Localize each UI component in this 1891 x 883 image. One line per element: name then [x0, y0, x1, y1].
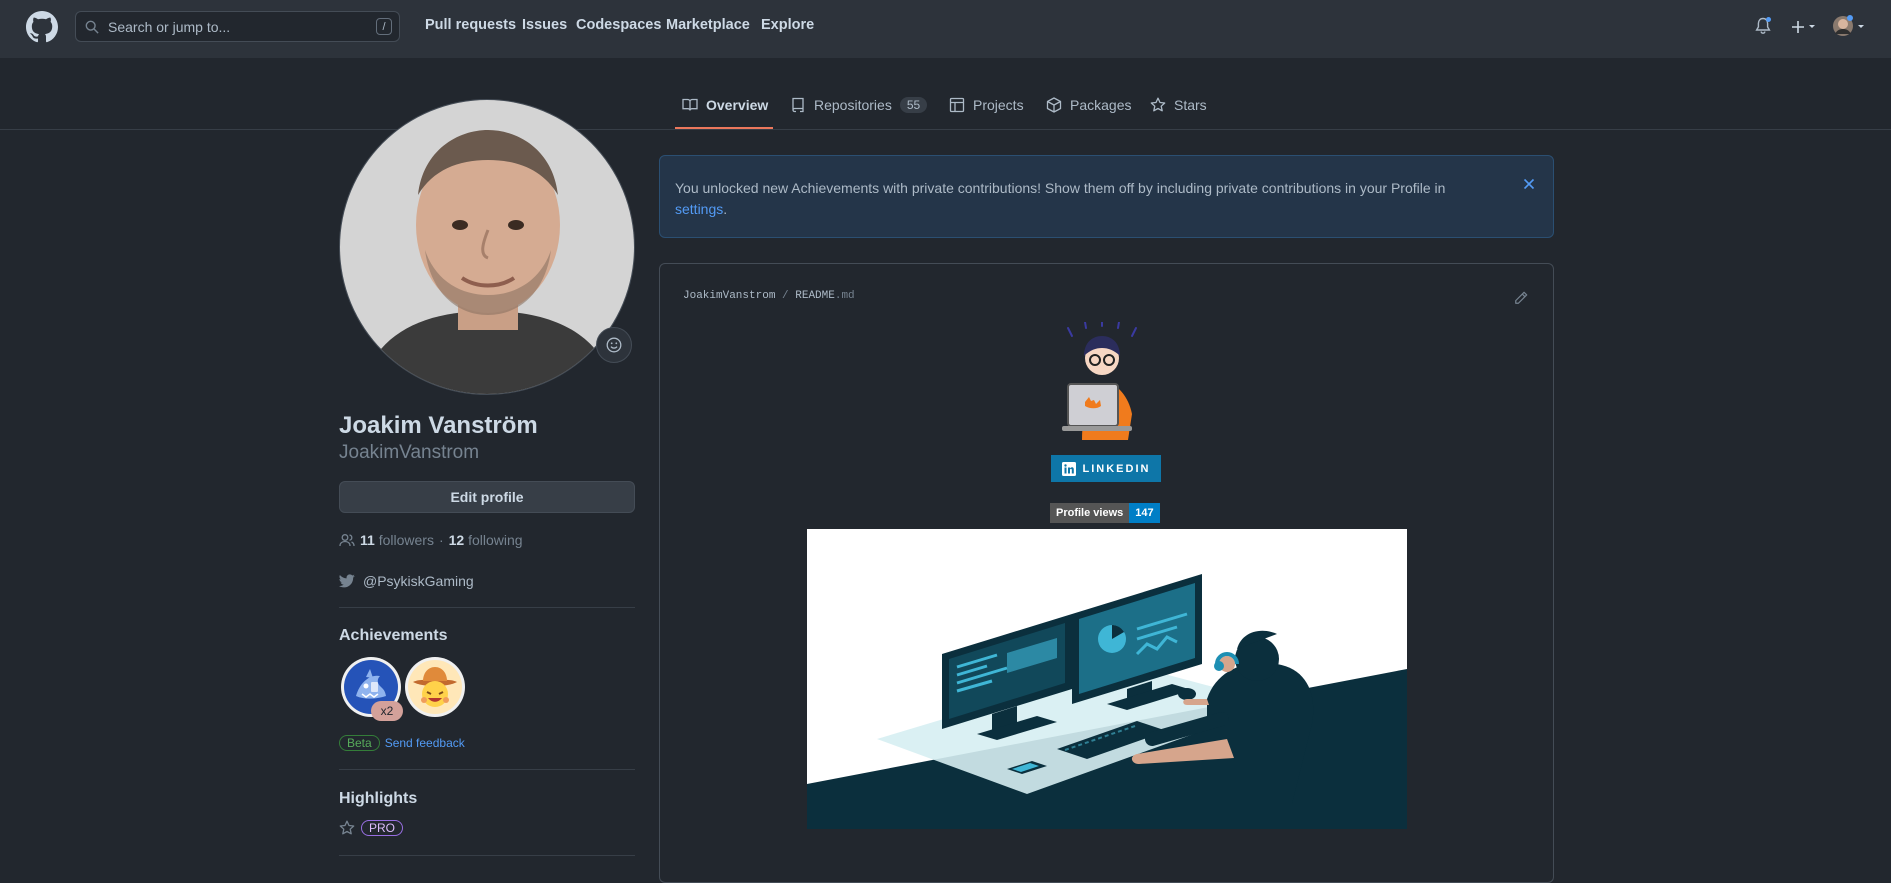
follow-separator: · [438, 532, 444, 548]
followers-label: followers [378, 532, 434, 548]
dismiss-flash-icon[interactable] [1523, 178, 1535, 190]
package-icon [1046, 97, 1062, 113]
search-input[interactable]: Search or jump to... / [75, 11, 400, 42]
twitter-link[interactable]: @PsykiskGaming [339, 573, 474, 589]
star-icon [339, 820, 355, 835]
coder-gif-image [1062, 322, 1137, 440]
pro-badge: PRO [361, 820, 404, 836]
edit-profile-button[interactable]: Edit profile [339, 481, 635, 513]
followers-count: 11 [360, 532, 375, 548]
profile-views-label: Profile views [1050, 503, 1130, 523]
tab-projects-label: Projects [973, 97, 1024, 113]
selected-tab-underline [675, 127, 773, 129]
section-divider [339, 769, 635, 770]
breadcrumb-slash: / [782, 290, 789, 302]
smiley-icon [606, 337, 622, 353]
tab-stars[interactable]: Stars [1150, 97, 1207, 113]
twitter-icon [339, 574, 355, 588]
developer-desk-illustration [807, 529, 1407, 829]
flash-message-text: You unlocked new Achievements with priva… [675, 178, 1495, 220]
readme-file-ext: .md [834, 290, 855, 302]
follow-stats: 11 followers · 12 following [339, 532, 523, 548]
user-avatar-menu-icon[interactable] [1833, 14, 1867, 38]
notifications-bell-icon[interactable] [1755, 17, 1771, 35]
flash-message: You unlocked new Achievements with priva… [675, 180, 1446, 196]
tab-repositories[interactable]: Repositories 55 [790, 97, 928, 113]
star-icon [1150, 97, 1166, 112]
table-icon [949, 97, 965, 113]
tab-packages-label: Packages [1070, 97, 1132, 113]
tab-packages[interactable]: Packages [1046, 97, 1131, 113]
github-logo-icon[interactable] [26, 11, 58, 43]
profile-views-badge: Profile views 147 [1050, 503, 1160, 523]
flash-message-end: . [723, 201, 728, 217]
search-shortcut-key: / [376, 18, 392, 35]
create-new-dropdown-icon[interactable] [1791, 19, 1817, 35]
section-divider [339, 855, 635, 856]
readme-breadcrumb: JoakimVanstrom / README.md [683, 290, 855, 302]
desk-setup-image [807, 529, 1407, 829]
book-icon [682, 98, 698, 111]
nav-pull-requests[interactable]: Pull requests [425, 17, 516, 33]
cowboy-badge-icon [405, 657, 465, 717]
search-placeholder: Search or jump to... [108, 19, 231, 35]
following-count: 12 [448, 532, 465, 548]
achievements-flash-banner: You unlocked new Achievements with priva… [659, 155, 1554, 238]
profile-views-count: 147 [1129, 503, 1160, 523]
readme-file-name: README [795, 290, 835, 302]
repositories-count-badge: 55 [899, 97, 928, 113]
achievements-beta-row: Beta Send feedback [339, 735, 465, 751]
tab-overview-label: Overview [706, 97, 769, 113]
achievement-multiplier: x2 [371, 701, 403, 721]
achievement-badge-yolo[interactable] [404, 656, 466, 718]
set-status-button[interactable] [596, 327, 632, 363]
highlights-heading: Highlights [339, 790, 418, 807]
linkedin-badge[interactable]: LINKEDIN [1051, 455, 1161, 482]
profile-name: Joakim Vanström [339, 412, 538, 439]
tab-overview[interactable]: Overview [682, 97, 768, 113]
nav-explore[interactable]: Explore [761, 17, 814, 33]
settings-link[interactable]: settings [675, 201, 723, 217]
twitter-handle: @PsykiskGaming [363, 573, 474, 589]
tab-projects[interactable]: Projects [949, 97, 1024, 113]
edit-pencil-icon[interactable] [1514, 291, 1528, 305]
readme-owner-link[interactable]: JoakimVanstrom [683, 290, 775, 302]
nav-issues[interactable]: Issues [522, 17, 567, 33]
following-label: following [468, 532, 523, 548]
section-divider [339, 607, 635, 608]
highlights-pro-row: PRO [339, 820, 404, 836]
profile-avatar[interactable] [339, 99, 635, 395]
top-header: Search or jump to... / Pull requests Iss… [0, 0, 1891, 58]
nav-codespaces[interactable]: Codespaces [576, 17, 661, 33]
achievements-heading: Achievements [339, 627, 448, 644]
repo-icon [792, 97, 804, 113]
tab-divider [0, 129, 1891, 130]
profile-photo [340, 100, 634, 394]
linkedin-label: LINKEDIN [1082, 462, 1151, 475]
tab-stars-label: Stars [1174, 97, 1207, 113]
following-link[interactable]: 12 following [449, 532, 523, 548]
send-feedback-link[interactable]: Send feedback [385, 736, 465, 750]
tab-repositories-label: Repositories [814, 97, 892, 113]
nav-marketplace[interactable]: Marketplace [666, 17, 750, 33]
followers-link[interactable]: 11 followers [360, 532, 434, 548]
people-icon [339, 534, 355, 547]
beta-label: Beta [339, 735, 380, 751]
profile-username: JoakimVanstrom [339, 442, 480, 463]
search-icon [85, 20, 99, 34]
linkedin-icon [1061, 461, 1076, 476]
